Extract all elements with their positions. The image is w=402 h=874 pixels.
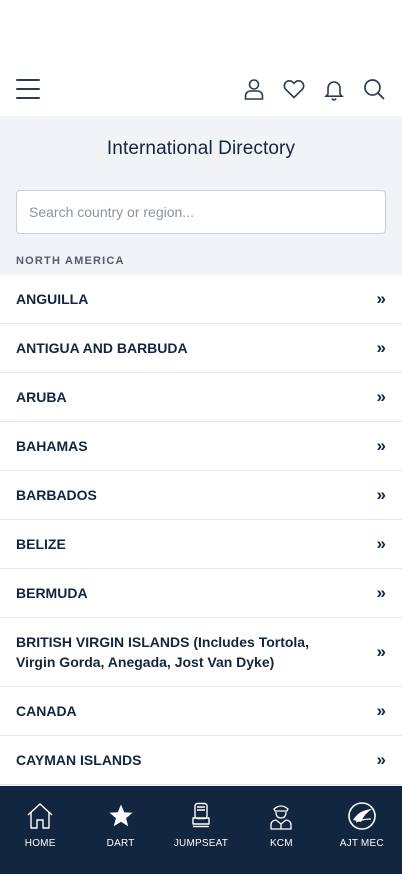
chevron-right-icon: » (376, 642, 386, 661)
bottom-nav: HOME DART JUMPSEAT KCM AJT MEC (0, 786, 402, 874)
country-name: CAYMAN ISLANDS (16, 752, 142, 768)
chevron-right-icon: » (376, 701, 386, 720)
country-name: ANTIGUA AND BARBUDA (16, 340, 188, 356)
star-icon (109, 804, 133, 827)
nav-label: DART (106, 838, 135, 849)
status-bar-area (0, 0, 402, 62)
country-list: ANGUILLA » ANTIGUA AND BARBUDA » ARUBA »… (0, 275, 402, 785)
home-icon (27, 803, 53, 829)
country-row-anguilla[interactable]: ANGUILLA » (0, 275, 402, 324)
country-row-antigua[interactable]: ANTIGUA AND BARBUDA » (0, 324, 402, 373)
country-row-cayman-islands[interactable]: CAYMAN ISLANDS » (0, 736, 402, 785)
chevron-right-icon: » (376, 436, 386, 455)
country-row-bermuda[interactable]: BERMUDA » (0, 569, 402, 618)
user-icon[interactable] (242, 77, 266, 101)
nav-label: JUMPSEAT (173, 838, 229, 849)
nav-label: KCM (269, 838, 293, 849)
chevron-right-icon: » (376, 534, 386, 553)
heart-icon[interactable] (282, 77, 306, 101)
header-actions (242, 77, 386, 101)
page-title: International Directory (106, 138, 296, 159)
search-container (0, 190, 402, 234)
country-row-barbados[interactable]: BARBADOS » (0, 471, 402, 520)
country-row-bahamas[interactable]: BAHAMAS » (0, 422, 402, 471)
nav-label: AJT MEC (339, 838, 384, 849)
menu-icon[interactable] (16, 79, 42, 99)
country-name: ARUBA (16, 389, 67, 405)
chevron-right-icon: » (376, 485, 386, 504)
nav-jumpseat[interactable]: JUMPSEAT (166, 801, 236, 849)
country-name: BERMUDA (16, 585, 88, 601)
ajt-logo-icon (347, 802, 376, 830)
region-heading: NORTH AMERICA (16, 255, 125, 267)
nav-kcm[interactable]: KCM (246, 801, 316, 849)
country-name: BAHAMAS (16, 438, 88, 454)
nav-label: HOME (24, 838, 56, 849)
directory-content: International Directory NORTH AMERICA AN… (0, 116, 402, 786)
country-row-belize[interactable]: BELIZE » (0, 520, 402, 569)
nav-ajt-mec[interactable]: AJT MEC (327, 801, 397, 849)
search-input[interactable] (16, 190, 386, 234)
chevron-right-icon: » (376, 338, 386, 357)
chevron-right-icon: » (376, 387, 386, 406)
country-name: BRITISH VIRGIN ISLANDS (Includes Tortola… (16, 634, 309, 670)
country-row-aruba[interactable]: ARUBA » (0, 373, 402, 422)
country-name: ANGUILLA (16, 291, 89, 307)
jumpseat-icon (192, 802, 210, 828)
nav-dart[interactable]: DART (86, 801, 156, 849)
country-name: BELIZE (16, 536, 66, 552)
chevron-right-icon: » (376, 750, 386, 769)
nav-home[interactable]: HOME (5, 801, 75, 849)
country-name: CANADA (16, 703, 77, 719)
bell-icon[interactable] (322, 77, 346, 101)
country-row-british-virgin-islands[interactable]: BRITISH VIRGIN ISLANDS (Includes Tortola… (0, 618, 402, 687)
country-row-canada[interactable]: CANADA » (0, 687, 402, 736)
chevron-right-icon: » (376, 289, 386, 308)
top-bar (0, 62, 402, 116)
pilot-icon (270, 805, 293, 830)
country-name: BARBADOS (16, 487, 97, 503)
chevron-right-icon: » (376, 583, 386, 602)
search-icon[interactable] (362, 77, 386, 101)
